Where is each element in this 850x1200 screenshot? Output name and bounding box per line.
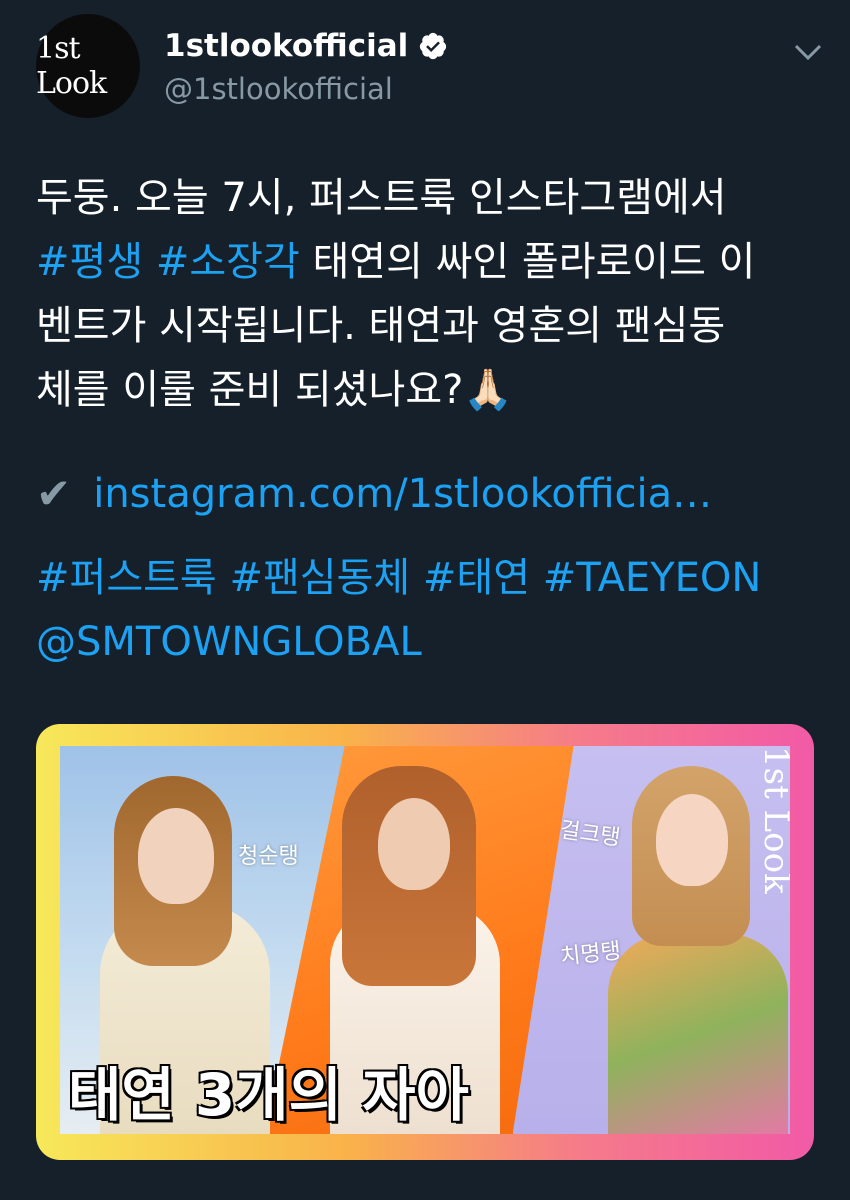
- media-card[interactable]: 청순탱 걸크탱 치명탱 1st Look 태연 3개의 자아: [36, 724, 814, 1160]
- figure-right-face: [656, 794, 728, 886]
- tweet-line-2-text: 태연의 싸인 폴라로이드 이: [299, 239, 756, 285]
- tweet-header: 1st Look 1stlookofficial @1stlookofficia…: [36, 14, 826, 124]
- name-row: 1stlookofficial: [164, 28, 448, 64]
- tweet-line-4: 체를 이룰 준비 되셨나요?🙏🏻: [36, 367, 514, 413]
- avatar[interactable]: 1st Look: [36, 14, 140, 118]
- hashtags-block: #퍼스트룩 #팬심동체 #태연 #TAEYEON @SMTOWNGLOBAL: [36, 546, 826, 674]
- label-chimyeong: 치명탱: [559, 938, 623, 971]
- heavy-check-icon: ✔: [36, 469, 72, 518]
- figure-right: [608, 934, 788, 1134]
- instagram-link[interactable]: instagram.com/1stlookofficia…: [93, 462, 712, 526]
- tweet-text: 두둥. 오늘 7시, 퍼스트룩 인스타그램에서 #평생 #소장각 태연의 싸인 …: [36, 166, 816, 422]
- brand-watermark: 1st Look: [756, 746, 790, 894]
- label-cheongsun: 청순탱: [238, 844, 299, 869]
- hashtag-link[interactable]: #팬심동체: [229, 555, 410, 601]
- avatar-logo-text: 1st Look: [36, 31, 107, 101]
- media-image[interactable]: 청순탱 걸크탱 치명탱 1st Look 태연 3개의 자아: [60, 746, 790, 1134]
- display-name[interactable]: 1stlookofficial: [164, 28, 408, 64]
- verified-badge-icon: [420, 32, 447, 60]
- hashtag-row: #퍼스트룩 #팬심동체 #태연 #TAEYEON: [36, 546, 826, 610]
- media-caption: 태연 3개의 자아: [68, 1061, 469, 1129]
- hashtag-link[interactable]: #평생: [36, 239, 143, 285]
- handle[interactable]: @1stlookofficial: [164, 72, 393, 106]
- tweet-line-3: 벤트가 시작됩니다. 태연과 영혼의 팬심동: [36, 303, 726, 349]
- chevron-down-icon[interactable]: [790, 34, 826, 70]
- tweet-line-1: 두둥. 오늘 7시, 퍼스트룩 인스타그램에서: [36, 175, 727, 221]
- tweet-line-2: #평생 #소장각 태연의 싸인 폴라로이드 이: [36, 230, 816, 294]
- hashtag-link[interactable]: #TAEYEON: [543, 555, 762, 601]
- hashtag-link[interactable]: #소장각: [156, 239, 300, 285]
- link-line: ✔ instagram.com/1stlookofficia…: [36, 462, 712, 526]
- figure-center-face: [378, 798, 450, 890]
- figure-left-face: [138, 808, 214, 904]
- hashtag-link[interactable]: #태연: [423, 555, 530, 601]
- folded-hands-emoji: 🙏🏻: [463, 367, 514, 413]
- mention-link[interactable]: @SMTOWNGLOBAL: [36, 610, 826, 674]
- hashtag-link[interactable]: #퍼스트룩: [36, 555, 217, 601]
